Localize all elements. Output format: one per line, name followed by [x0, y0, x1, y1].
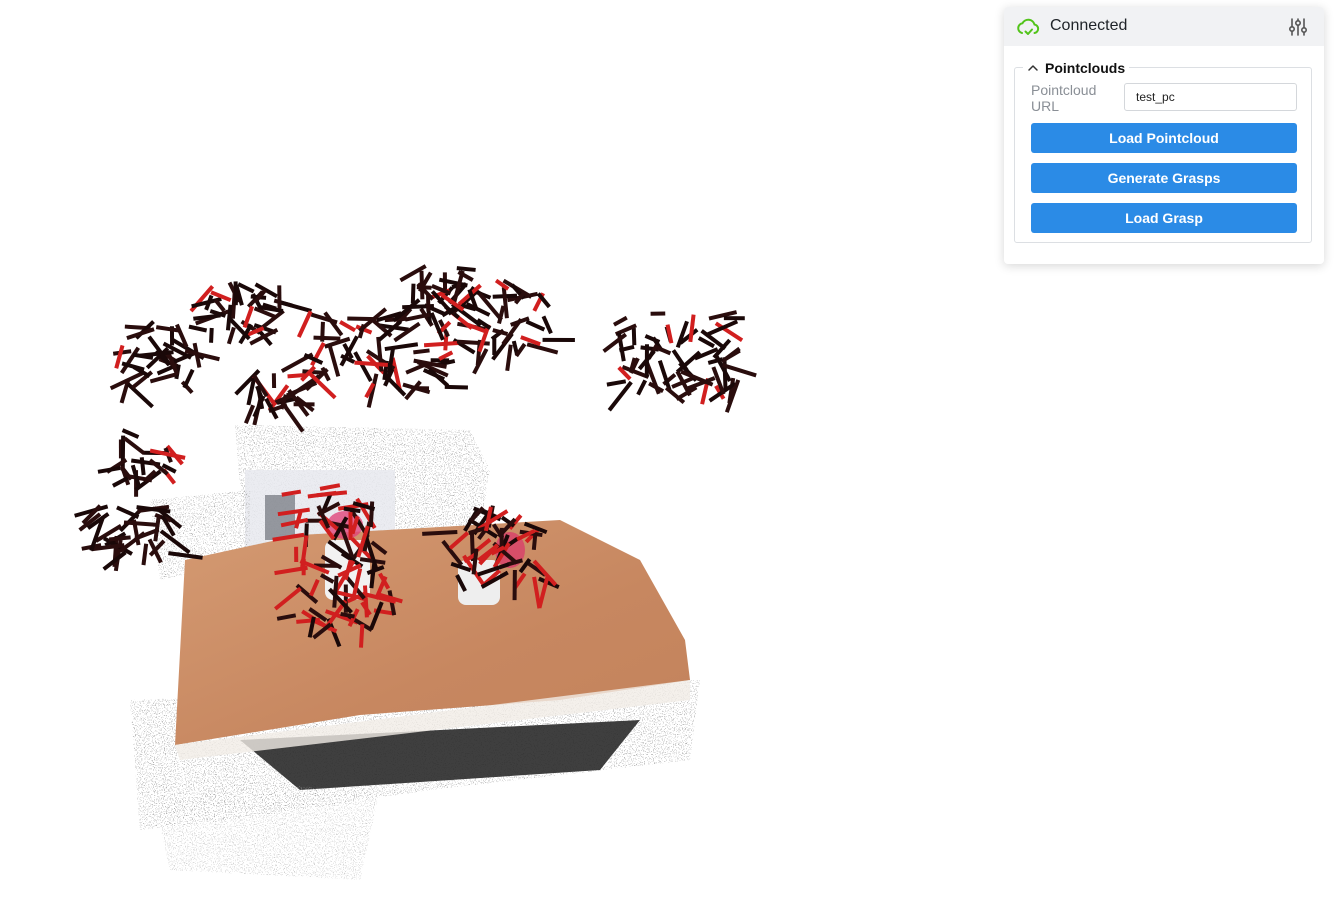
grasp-segment — [531, 533, 538, 551]
grasp-segment — [354, 360, 388, 367]
panel-titlebar[interactable]: Connected — [1004, 7, 1324, 46]
grasp-segment — [278, 300, 312, 313]
grasp-segment — [123, 520, 160, 527]
pointcloud-url-input[interactable] — [1124, 83, 1297, 111]
grasp-segment — [225, 304, 233, 331]
grasp-segment — [149, 372, 176, 384]
grasp-segment — [520, 335, 541, 347]
control-panel: Connected Pointclouds Pointcloud URL Loa… — [1004, 7, 1324, 264]
cloud-check-icon — [1017, 18, 1040, 35]
grasp-segment — [688, 314, 696, 343]
grasp-segment — [114, 344, 125, 369]
pointclouds-folder: Pointclouds Pointcloud URL Load Pointclo… — [1014, 59, 1312, 243]
grasp-segment — [313, 335, 341, 341]
grasp-segment — [501, 287, 509, 319]
grasp-segment — [339, 320, 357, 333]
grasp-segment — [141, 543, 149, 566]
grasp-segment — [193, 313, 221, 321]
grasp-segment — [368, 501, 375, 528]
load-pointcloud-button[interactable]: Load Pointcloud — [1031, 123, 1297, 153]
sliders-icon[interactable] — [1288, 17, 1308, 37]
pointcloud-url-label: Pointcloud URL — [1031, 82, 1097, 114]
grasp-segment — [323, 311, 344, 337]
grasp-segment — [320, 321, 325, 342]
grasp-segment — [340, 611, 355, 619]
grasp-segment — [296, 617, 321, 624]
grasp-segment — [410, 283, 416, 304]
grasp-segment — [188, 324, 208, 333]
grasp-segment — [97, 465, 121, 474]
grasp-segment — [384, 342, 419, 352]
grasp-segment — [358, 624, 365, 648]
grasp-segment — [287, 372, 306, 379]
grasp-segment — [606, 379, 627, 387]
pointclouds-title: Pointclouds — [1045, 60, 1126, 76]
grasp-segment — [126, 382, 154, 409]
grasp-segment — [385, 348, 395, 382]
grasp-segment — [116, 505, 140, 519]
grasp-segment — [413, 348, 430, 355]
grasp-segment — [492, 328, 509, 336]
grasp-segment — [155, 325, 180, 333]
grasp-segment — [423, 341, 459, 348]
grasp-segment — [657, 360, 672, 391]
grasp-segment — [327, 345, 341, 377]
grasp-segment — [237, 282, 255, 294]
grasp-segment — [347, 316, 377, 322]
grasp-segment — [139, 457, 146, 476]
grasp-segment — [209, 327, 214, 343]
grasp-segment — [526, 342, 559, 355]
pointclouds-folder-toggle[interactable]: Pointclouds — [1023, 59, 1130, 77]
grasp-segment — [665, 324, 674, 344]
grasp-segment — [296, 310, 313, 338]
grasp-segment — [108, 535, 131, 542]
pointcloud-url-row: Pointcloud URL — [1031, 82, 1297, 114]
grasp-segment — [656, 346, 672, 356]
grasp-segment — [505, 344, 513, 371]
grasp-segment — [631, 327, 637, 346]
grasp-segment — [644, 334, 661, 344]
grasp-segment — [541, 315, 553, 335]
grasp-segment — [182, 368, 195, 389]
grasp-segment — [607, 380, 633, 412]
grasp-segment — [636, 379, 648, 396]
grasp-segment — [243, 404, 256, 425]
grasp-segment — [123, 436, 146, 456]
grasp-segment — [422, 529, 458, 536]
grasp-segment — [612, 315, 628, 327]
load-grasp-button[interactable]: Load Grasp — [1031, 203, 1297, 233]
grasp-segment — [438, 350, 454, 361]
grasp-segment — [525, 319, 546, 332]
generate-grasps-button[interactable]: Generate Grasps — [1031, 163, 1297, 193]
grasp-segment — [456, 266, 476, 272]
chevron-up-icon — [1028, 65, 1038, 71]
grasp-segment — [204, 294, 214, 311]
grasp-segment — [444, 384, 468, 390]
grasp-segment — [343, 506, 361, 514]
connection-status: Connected — [1050, 17, 1128, 34]
grasp-segment — [213, 298, 226, 313]
